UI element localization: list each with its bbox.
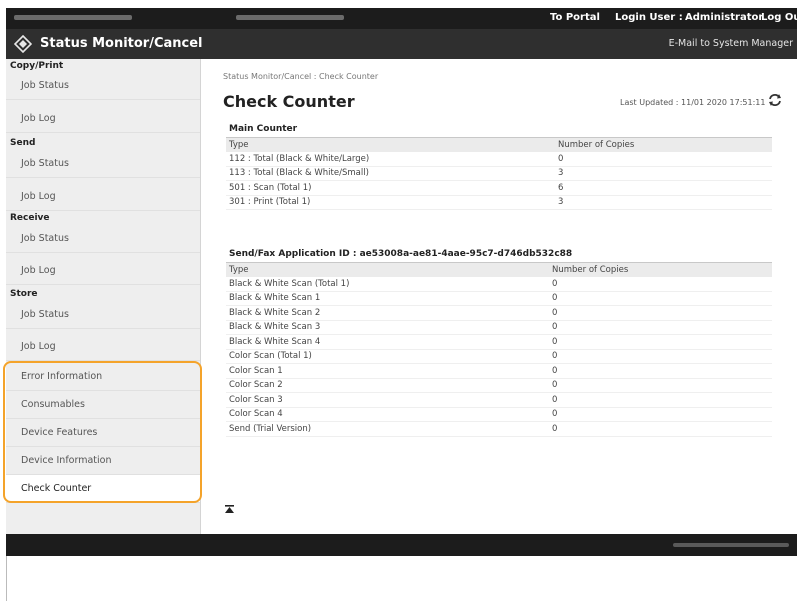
counter-value: 0 — [549, 349, 772, 364]
table-row: Black & White Scan 20 — [226, 305, 772, 321]
table-row: 113 : Total (Black & White/Small) 3 — [226, 166, 772, 181]
sidebar-heading-receive: Receive — [10, 213, 50, 223]
counter-type: 113 : Total (Black & White/Small) — [226, 166, 555, 181]
counter-value: 3 — [555, 195, 772, 210]
sidebar-heading-store: Store — [10, 289, 38, 299]
counter-type: Black & White Scan 1 — [226, 291, 549, 306]
device-name-blurred — [14, 15, 132, 20]
column-header-number-of-copies: Number of Copies — [555, 137, 772, 152]
main-content: Status Monitor/Cancel : Check Counter Ch… — [202, 59, 797, 534]
counter-value: 0 — [549, 363, 772, 379]
table-row: Color Scan (Total 1) 0 — [226, 349, 772, 364]
column-header-type: Type — [226, 262, 549, 277]
main-counter-heading: Main Counter — [229, 124, 298, 134]
counter-value: 0 — [549, 407, 772, 422]
counter-value: 6 — [555, 180, 772, 196]
login-user-label: Login User : — [615, 12, 683, 23]
table-row: Black & White Scan 10 — [226, 291, 772, 306]
last-updated-text: Last Updated : 11/01 2020 17:51:11 — [620, 98, 766, 107]
counter-value: 0 — [549, 421, 772, 437]
table-row: 112 : Total (Black & White/Large) 0 — [226, 151, 772, 167]
sidebar-item-consumables[interactable]: Consumables — [6, 391, 200, 419]
table-row: Black & White Scan (Total 1) 0 — [226, 276, 772, 292]
sidebar-item-receive-job-status[interactable]: Job Status — [6, 225, 200, 253]
app-title: Status Monitor/Cancel — [40, 36, 203, 51]
counter-value: 0 — [549, 276, 772, 292]
table-row: Send (Trial Version) 0 — [226, 421, 772, 437]
sidebar-item-send-job-status[interactable]: Job Status — [6, 150, 200, 178]
counter-type: 501 : Scan (Total 1) — [226, 180, 555, 196]
counter-type: Black & White Scan 2 — [226, 305, 549, 321]
page-title: Check Counter — [223, 92, 355, 111]
sidebar-item-error-information[interactable]: Error Information — [6, 363, 200, 391]
device-address-blurred — [236, 15, 344, 20]
sidebar-heading-copy-print: Copy/Print — [10, 61, 64, 71]
sidebar: Copy/Print Job Status Job Log Send Job S… — [6, 59, 201, 534]
counter-type: Black & White Scan 4 — [226, 334, 549, 350]
counter-type: Color Scan 3 — [226, 392, 549, 408]
table-row: Color Scan 40 — [226, 407, 772, 422]
counter-type: Color Scan 1 — [226, 363, 549, 379]
copyright-blurred — [673, 543, 789, 547]
logout-link[interactable]: Log Out — [761, 12, 797, 23]
sidebar-item-receive-job-log[interactable]: Job Log — [6, 257, 200, 285]
table-row: Color Scan 10 — [226, 363, 772, 379]
counter-value: 0 — [549, 320, 772, 335]
sidebar-item-copy-print-job-status[interactable]: Job Status — [6, 72, 200, 100]
counter-value: 0 — [549, 334, 772, 350]
sidebar-item-store-job-log[interactable]: Job Log — [6, 333, 200, 361]
table-row: Color Scan 30 — [226, 392, 772, 408]
to-portal-link[interactable]: To Portal — [550, 12, 600, 23]
table-row: Black & White Scan 30 — [226, 320, 772, 335]
top-bar: To Portal Login User : Administrator Log… — [6, 8, 797, 29]
counter-type: Color Scan 2 — [226, 378, 549, 393]
counter-value: 0 — [549, 305, 772, 321]
page: To Portal Login User : Administrator Log… — [0, 0, 797, 601]
table-row: 501 : Scan (Total 1) 6 — [226, 180, 772, 196]
counter-type: Black & White Scan 3 — [226, 320, 549, 335]
table-row: Color Scan 20 — [226, 378, 772, 393]
sidebar-item-check-counter[interactable]: Check Counter — [6, 475, 200, 503]
table-header-row: Type Number of Copies — [226, 262, 772, 277]
app-logo-icon — [14, 35, 32, 53]
counter-value: 0 — [549, 392, 772, 408]
counter-value: 0 — [549, 378, 772, 393]
counter-type: Color Scan 4 — [226, 407, 549, 422]
counter-type: Black & White Scan (Total 1) — [226, 276, 549, 292]
sidebar-heading-send: Send — [10, 138, 36, 148]
counter-type: Color Scan (Total 1) — [226, 349, 549, 364]
table-header-row: Type Number of Copies — [226, 137, 772, 152]
main-counter-table: Type Number of Copies 112 : Total (Black… — [226, 137, 772, 210]
counter-value: 0 — [549, 291, 772, 306]
counter-value: 3 — [555, 166, 772, 181]
title-bar: Status Monitor/Cancel E-Mail to System M… — [6, 29, 797, 59]
breadcrumb: Status Monitor/Cancel : Check Counter — [223, 72, 379, 81]
refresh-icon[interactable] — [768, 93, 782, 107]
sidebar-item-copy-print-job-log[interactable]: Job Log — [6, 105, 200, 133]
table-row: Black & White Scan 40 — [226, 334, 772, 350]
footer — [6, 534, 797, 556]
email-system-manager-link[interactable]: E-Mail to System Manager — [669, 38, 793, 49]
column-header-type: Type — [226, 137, 555, 152]
bottom-area — [6, 556, 797, 601]
send-fax-table: Type Number of Copies Black & White Scan… — [226, 262, 772, 437]
counter-type: 301 : Print (Total 1) — [226, 195, 555, 210]
counter-type: Send (Trial Version) — [226, 421, 549, 437]
counter-value: 0 — [555, 151, 772, 167]
login-user-name: Administrator — [685, 12, 764, 23]
sidebar-item-device-information[interactable]: Device Information — [6, 447, 200, 475]
table-row: 301 : Print (Total 1) 3 — [226, 195, 772, 210]
sidebar-item-device-features[interactable]: Device Features — [6, 419, 200, 447]
column-header-number-of-copies: Number of Copies — [549, 262, 772, 277]
sidebar-item-send-job-log[interactable]: Job Log — [6, 183, 200, 211]
send-fax-heading: Send/Fax Application ID : ae53008a-ae81-… — [229, 249, 573, 259]
counter-type: 112 : Total (Black & White/Large) — [226, 151, 555, 167]
sidebar-item-store-job-status[interactable]: Job Status — [6, 301, 200, 329]
back-to-top-icon[interactable] — [225, 505, 234, 514]
